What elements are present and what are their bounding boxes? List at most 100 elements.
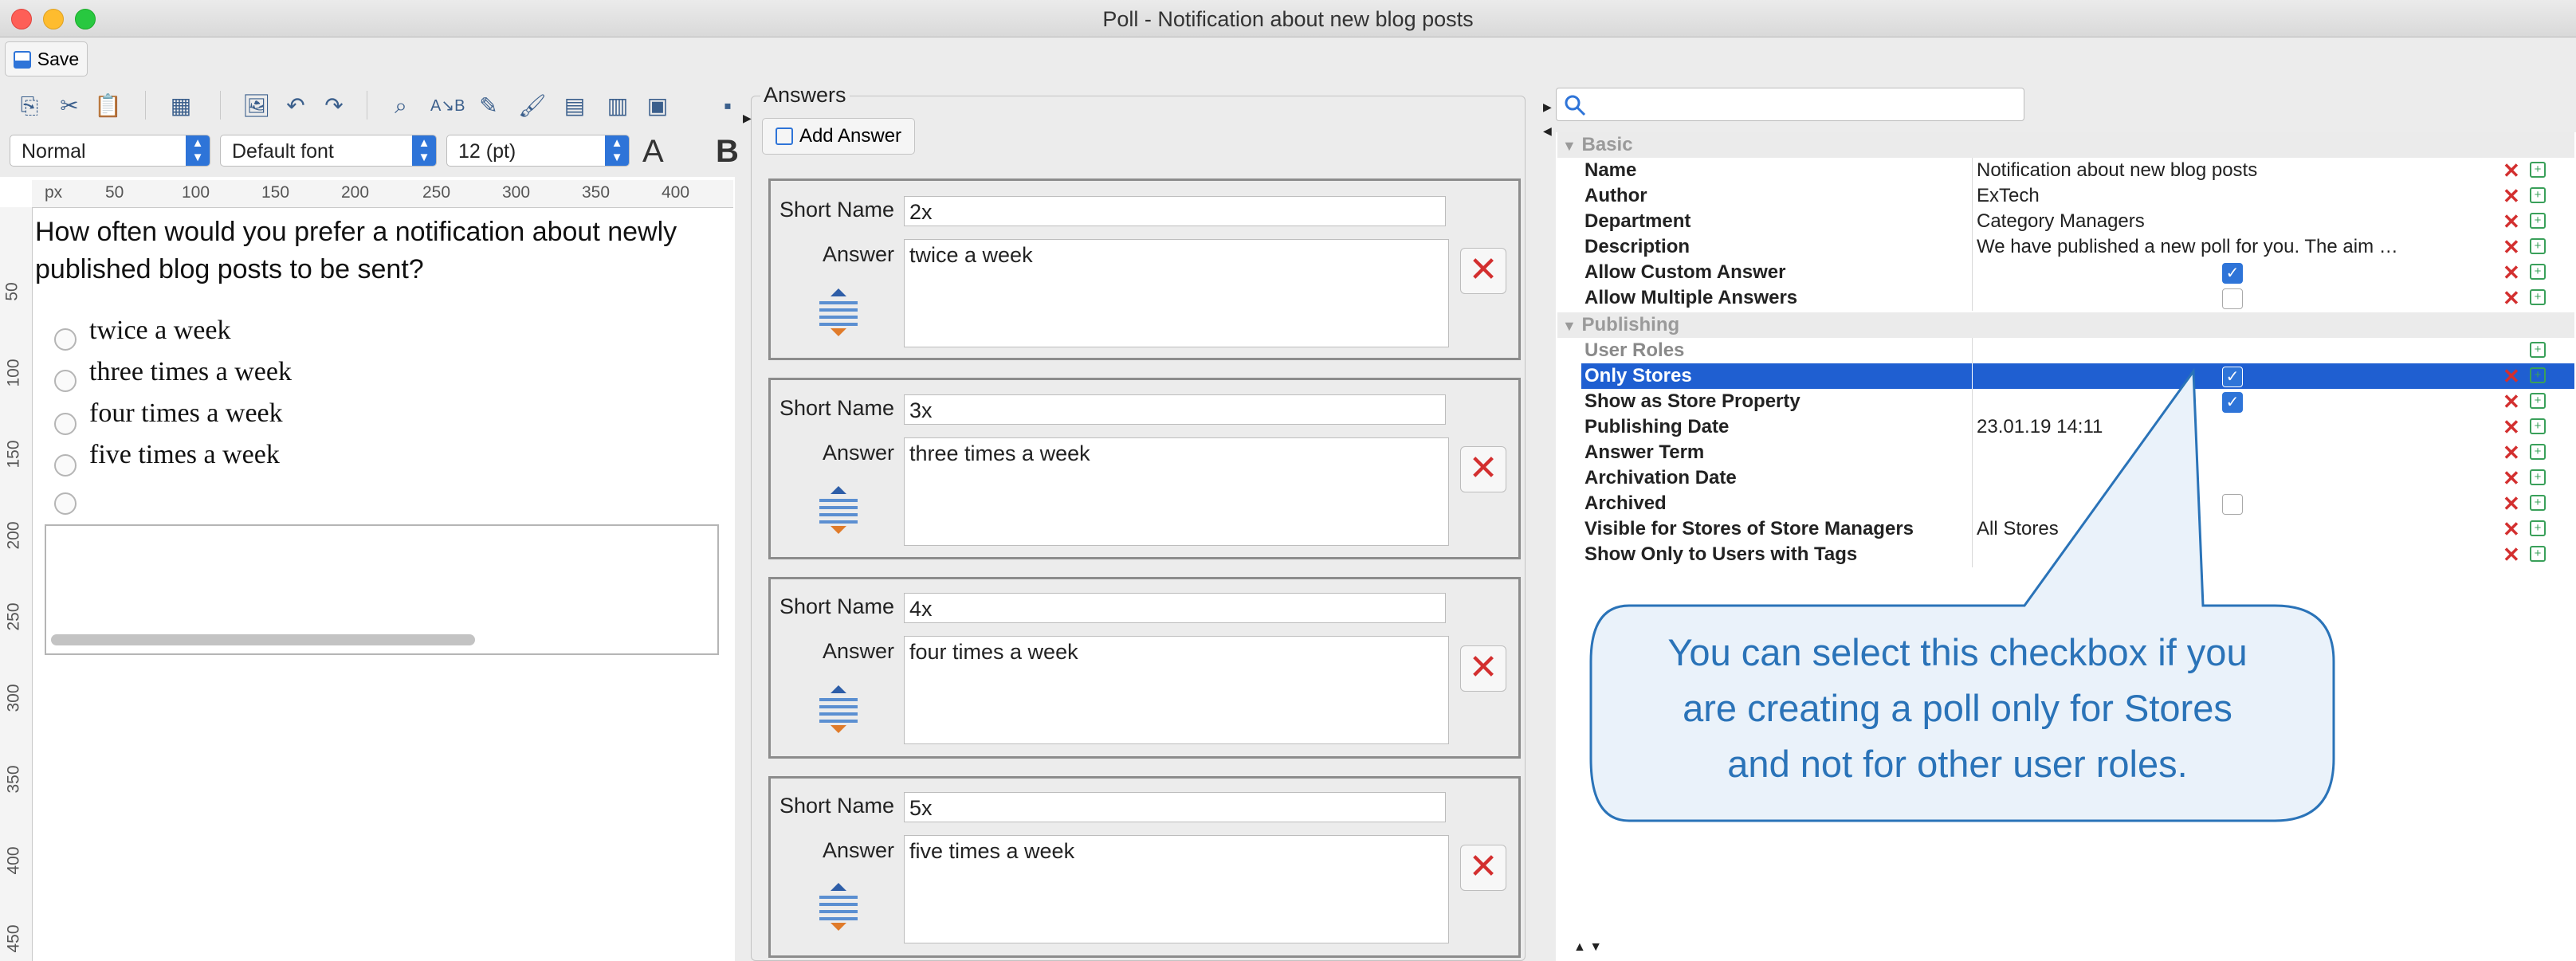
add-answer-button[interactable]: Add Answer <box>762 118 915 155</box>
short-name-label: Short Name <box>779 594 895 618</box>
option-radio[interactable] <box>54 413 77 435</box>
section-basic[interactable]: ▼ Basic <box>1557 132 2574 158</box>
save-button[interactable]: Save <box>5 41 88 76</box>
search-icon <box>1565 95 1586 116</box>
reset-icon[interactable]: ✕ <box>2503 491 2520 516</box>
delete-answer-button[interactable]: ✕ <box>1460 645 1506 692</box>
splitter-arrow-icon[interactable]: ▶ <box>1543 100 1552 114</box>
close-icon: ✕ <box>1468 648 1498 687</box>
collapse-triangle-icon: ▼ <box>1562 318 1577 334</box>
delete-answer-button[interactable]: ✕ <box>1460 248 1506 294</box>
property-row[interactable]: Author ExTech ✕ + <box>1581 183 2574 209</box>
reset-icon[interactable]: ✕ <box>2503 440 2520 465</box>
textbox-horizontal-scrollbar[interactable] <box>51 634 475 645</box>
property-search-input[interactable] <box>1556 88 2024 121</box>
edit-icon[interactable]: + <box>2530 342 2546 358</box>
reset-icon[interactable]: ✕ <box>2503 389 2520 414</box>
reset-icon[interactable]: ✕ <box>2503 234 2520 260</box>
reset-icon[interactable]: ✕ <box>2503 542 2520 567</box>
undo-icon[interactable]: ↶ <box>282 92 309 120</box>
short-name-input[interactable]: 5x <box>904 792 1446 822</box>
answers-title: Answers <box>760 83 850 108</box>
option-radio[interactable] <box>54 454 77 477</box>
window-title: Poll - Notification about new blog posts <box>1102 7 1474 31</box>
reset-icon[interactable]: ✕ <box>2503 158 2520 183</box>
splitter-arrow-icon[interactable]: ▶ <box>743 112 752 125</box>
edit-icon[interactable]: + <box>2530 393 2546 409</box>
ruler-unit: px <box>45 183 63 202</box>
close-icon: ✕ <box>1468 250 1498 289</box>
reset-icon[interactable]: ✕ <box>2503 414 2520 440</box>
image-icon[interactable]: 🖼 <box>242 92 271 120</box>
option-label: three times a week <box>89 357 292 386</box>
sort-arrows-icon[interactable]: ▲ ▼ <box>1573 940 1602 955</box>
edit-icon[interactable]: + <box>2530 444 2546 460</box>
reset-icon[interactable]: ✕ <box>2503 209 2520 234</box>
option-radio[interactable] <box>54 328 77 351</box>
add-list-icon <box>775 127 793 145</box>
paste-icon[interactable]: 📋 <box>94 92 122 120</box>
edit-icon[interactable]: + <box>2530 238 2546 254</box>
more-tools-icon[interactable]: ▪ <box>714 92 741 120</box>
edit-icon[interactable]: + <box>2530 418 2546 434</box>
chevron-updown-icon: ▲ ▼ <box>186 135 210 166</box>
reset-icon[interactable]: ✕ <box>2503 516 2520 542</box>
reset-icon[interactable]: ✕ <box>2503 363 2520 389</box>
merge-cells-icon[interactable]: ▥ <box>604 92 631 120</box>
save-button-label: Save <box>37 48 80 69</box>
splitter-arrow-icon[interactable]: ◀ <box>1543 124 1552 138</box>
custom-option-radio[interactable] <box>54 492 77 515</box>
answer-textarea[interactable]: four times a week <box>904 636 1449 744</box>
bold-icon[interactable]: B <box>716 134 739 170</box>
answer-textarea[interactable]: five times a week <box>904 835 1449 943</box>
delete-answer-button[interactable]: ✕ <box>1460 845 1506 891</box>
find-icon[interactable]: ⌕ <box>387 92 414 120</box>
edit-icon[interactable]: + <box>2530 162 2546 178</box>
font-size-select[interactable]: 12 (pt) ▲ ▼ <box>446 135 630 167</box>
cut-icon[interactable]: ✂ <box>56 92 83 120</box>
reorder-handle-icon[interactable] <box>816 881 861 932</box>
table-icon[interactable]: ▦ <box>167 92 194 120</box>
answer-label: Answer <box>823 838 895 862</box>
answer-label: Answer <box>823 242 895 266</box>
reorder-handle-icon[interactable] <box>816 287 861 338</box>
reorder-handle-icon[interactable] <box>816 684 861 735</box>
font-color-icon[interactable]: A <box>642 134 664 170</box>
edit-icon[interactable]: + <box>2530 469 2546 485</box>
insert-table-icon[interactable]: ▤ <box>561 92 588 120</box>
property-row[interactable]: Name Notification about new blog posts ✕ + <box>1581 158 2574 183</box>
property-row[interactable]: Department Category Managers ✕ + <box>1581 209 2574 234</box>
edit-icon[interactable]: + <box>2530 520 2546 536</box>
reset-icon[interactable]: ✕ <box>2503 260 2520 285</box>
reset-icon[interactable]: ✕ <box>2503 183 2520 209</box>
spellcheck-icon[interactable]: ✎ <box>475 92 502 120</box>
edit-icon[interactable]: + <box>2530 213 2546 229</box>
redo-icon[interactable]: ↷ <box>320 92 348 120</box>
edit-icon[interactable]: + <box>2530 264 2546 280</box>
copy-icon[interactable]: ⎘ <box>16 92 43 120</box>
reset-icon[interactable]: ✕ <box>2503 465 2520 491</box>
short-name-input[interactable]: 2x <box>904 196 1446 226</box>
chevron-updown-icon: ▲ ▼ <box>605 135 629 166</box>
answer-textarea[interactable]: three times a week <box>904 437 1449 546</box>
paragraph-style-select[interactable]: Normal ▲ ▼ <box>10 135 210 167</box>
replace-icon[interactable]: A↘B <box>430 92 465 120</box>
answer-textarea[interactable]: twice a week <box>904 239 1449 347</box>
reset-icon[interactable]: ✕ <box>2503 285 2520 311</box>
edit-icon[interactable]: + <box>2530 367 2546 383</box>
short-name-input[interactable]: 3x <box>904 394 1446 425</box>
edit-icon[interactable]: + <box>2530 546 2546 562</box>
edit-icon[interactable]: + <box>2530 289 2546 305</box>
reorder-handle-icon[interactable] <box>816 484 861 535</box>
property-row[interactable]: Description We have published a new poll … <box>1581 234 2574 260</box>
edit-icon[interactable]: + <box>2530 495 2546 511</box>
short-name-input[interactable]: 4x <box>904 593 1446 623</box>
split-cells-icon[interactable]: ▣ <box>644 92 671 120</box>
delete-answer-button[interactable]: ✕ <box>1460 446 1506 492</box>
chevron-updown-icon: ▲ ▼ <box>412 135 436 166</box>
clear-format-icon[interactable]: 🖌 <box>518 92 547 120</box>
option-radio[interactable] <box>54 370 77 392</box>
vertical-ruler: 50 100 150 200 250 300 350 400 450 <box>0 207 33 961</box>
edit-icon[interactable]: + <box>2530 187 2546 203</box>
font-family-select[interactable]: Default font ▲ ▼ <box>220 135 437 167</box>
